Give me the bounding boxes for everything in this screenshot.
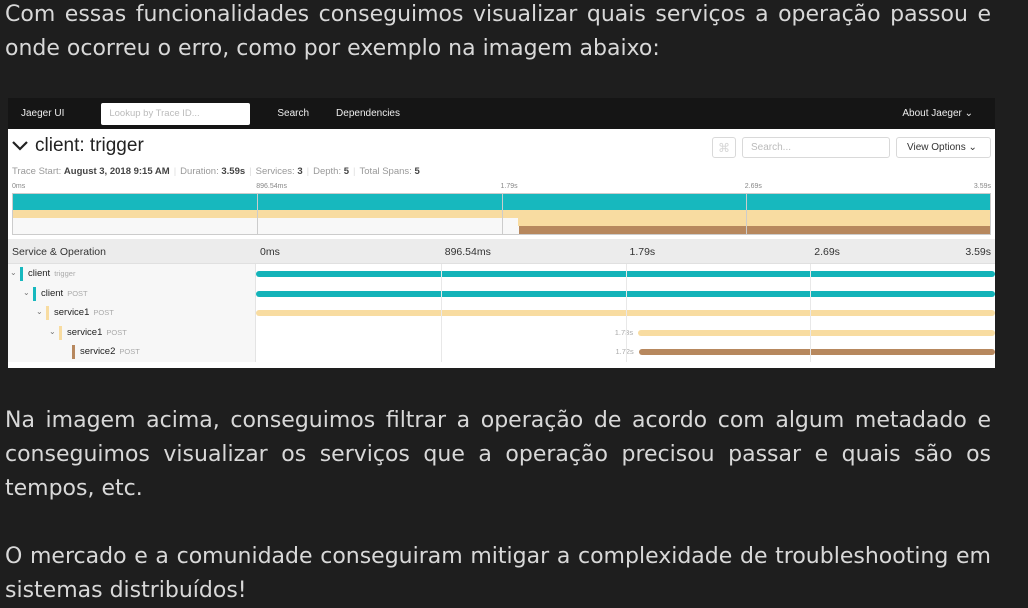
service-color-marker: [59, 325, 62, 340]
trace-title[interactable]: client: trigger: [12, 135, 144, 157]
timeline-gridline: [440, 264, 442, 362]
nav-dependencies[interactable]: Dependencies: [336, 108, 400, 119]
timeline-gridline: [810, 264, 812, 362]
span-row[interactable]: service2POST1.72s: [8, 342, 995, 361]
service-color-marker: [72, 345, 75, 359]
minimap-tick: 1.79s: [500, 183, 518, 190]
service-color-marker: [46, 306, 49, 320]
span-row[interactable]: ⌄ service1 POST 1.73s: [8, 323, 995, 342]
minimap-tick: 2.69s: [744, 183, 762, 190]
timeline-tick: 2.69s: [814, 246, 840, 258]
keyboard-shortcuts-button[interactable]: ⌘: [712, 137, 736, 158]
minimap-tick: 896.54ms: [256, 183, 287, 190]
paragraph-intro: Com essas funcionalidades conseguimos vi…: [5, 2, 991, 61]
timeline-tick: 3.59s: [965, 246, 991, 258]
span-name[interactable]: service1 POST: [67, 327, 127, 338]
span-name[interactable]: service2 POST: [80, 346, 140, 357]
brand[interactable]: Jaeger UI: [21, 108, 64, 119]
trace-title-text: client: trigger: [35, 135, 144, 156]
timeline-tick: 0ms: [260, 246, 280, 258]
span-name[interactable]: service1 POST: [54, 307, 114, 318]
span-row[interactable]: ⌄ client POST: [8, 284, 995, 303]
chevron-down-icon[interactable]: ⌄: [23, 288, 30, 297]
minimap-span-bar: [519, 226, 990, 234]
span-row[interactable]: ⌄ client trigger: [8, 264, 995, 283]
minimap-span-bar: [518, 218, 990, 226]
span-name[interactable]: client trigger: [28, 268, 75, 279]
timeline-tick: 1.79s: [629, 246, 656, 258]
header-service-operation: Service & Operation: [12, 246, 106, 258]
nav-search[interactable]: Search: [277, 108, 309, 119]
span-duration: 1.73s: [614, 327, 634, 337]
minimap-gridline: [745, 194, 747, 234]
chevron-down-icon: [12, 141, 28, 151]
minimap-gridline: [501, 194, 503, 234]
service-color-marker: [20, 267, 23, 281]
chevron-down-icon[interactable]: ⌄: [10, 268, 17, 277]
span-bar[interactable]: [638, 349, 995, 355]
paragraph-explanation: Na imagem acima, conseguimos filtrar a o…: [5, 408, 991, 501]
minimap[interactable]: [12, 193, 991, 235]
timeline-tick: 896.54ms: [444, 246, 491, 258]
trace-lookup-input[interactable]: [101, 102, 251, 125]
span-bar[interactable]: [638, 329, 995, 336]
minimap-tick: 0ms: [12, 183, 26, 190]
service-color-marker: [33, 286, 36, 301]
span-name[interactable]: client POST: [41, 288, 88, 299]
minimap-tick: 3.59s: [973, 183, 991, 190]
chevron-down-icon[interactable]: ⌄: [36, 307, 43, 316]
span-row[interactable]: ⌄ service1 POST: [8, 303, 995, 322]
navbar: Jaeger UI Search Dependencies About Jaeg…: [8, 98, 995, 129]
table-header: Service & Operation 0ms 896.54ms 1.79s 2.69…: [8, 239, 995, 264]
timeline-gridline: [625, 264, 627, 362]
trace-meta: Trace Start: August 3, 2018 9:15 AM | Dura…: [12, 166, 420, 177]
paragraph-conclusion: O mercado e a comunidade conseguiram mit…: [5, 544, 991, 603]
view-options-button[interactable]: View Options ⌄: [896, 137, 991, 158]
nav-about[interactable]: About Jaeger ⌄: [902, 108, 973, 119]
minimap-gridline: [257, 194, 259, 234]
jaeger-screenshot: Jaeger UI Search Dependencies About Jaeg…: [8, 98, 995, 368]
chevron-down-icon[interactable]: ⌄: [49, 327, 56, 336]
trace-search-input[interactable]: [742, 137, 890, 158]
